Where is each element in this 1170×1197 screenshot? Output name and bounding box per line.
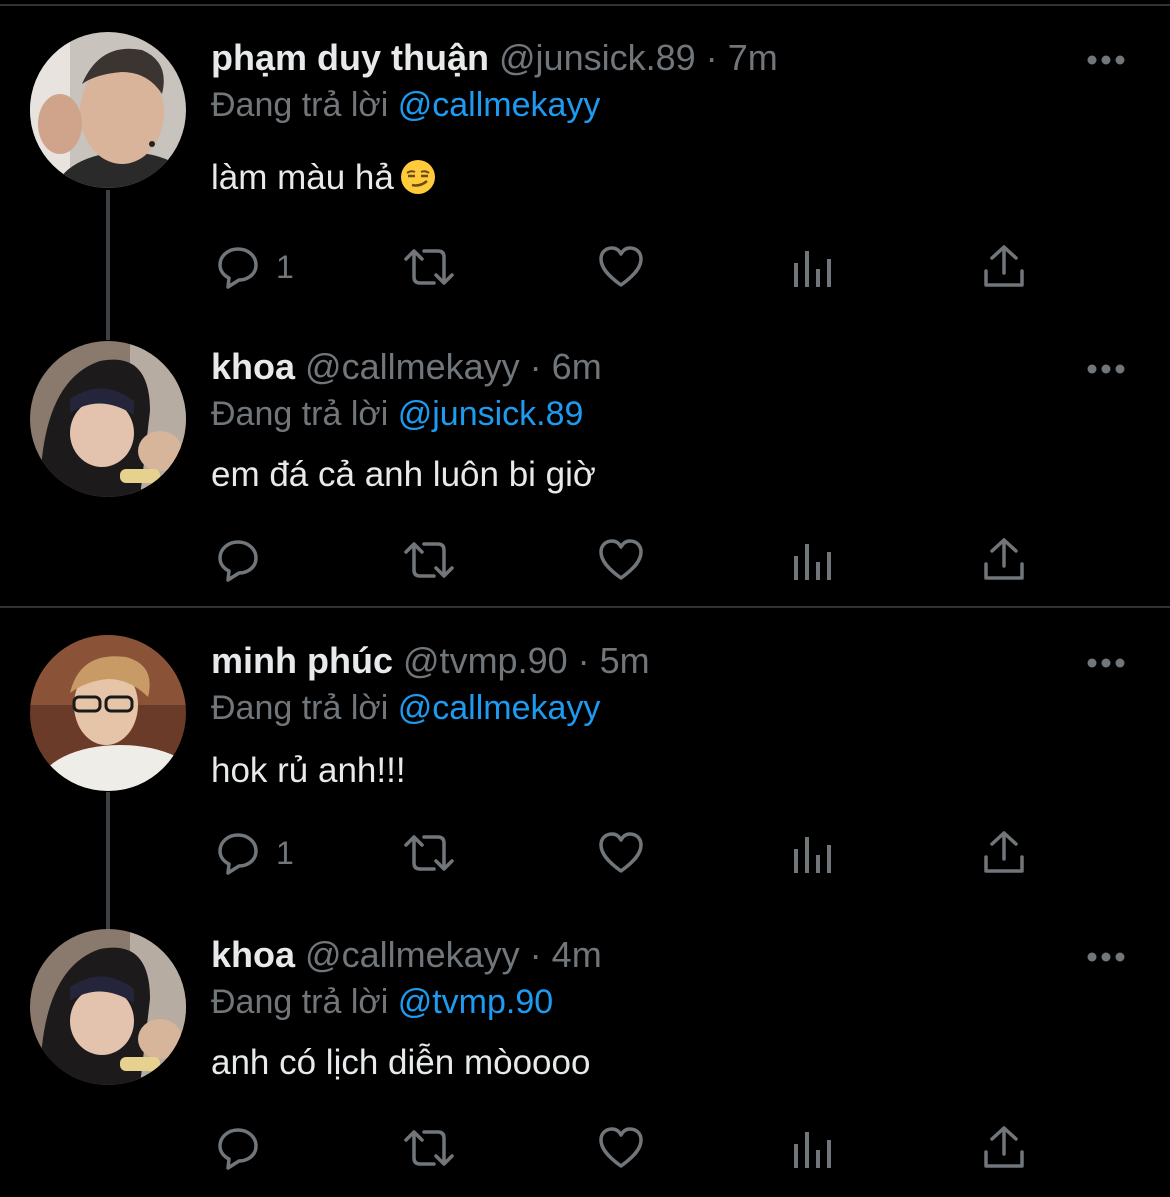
- retweet-button[interactable]: [402, 828, 456, 878]
- reply-button[interactable]: [214, 1123, 276, 1173]
- timestamp[interactable]: 5m: [600, 640, 650, 681]
- avatar[interactable]: [30, 32, 186, 188]
- analytics-icon: [794, 1132, 831, 1168]
- reply-mention-link[interactable]: @junsick.89: [398, 395, 584, 433]
- like-button[interactable]: [597, 535, 645, 585]
- retweet-button[interactable]: [402, 535, 456, 585]
- tweet-actions: [0, 1123, 1170, 1183]
- share-icon: [984, 245, 1024, 287]
- replying-label: Đang trả lời: [211, 395, 389, 433]
- heart-icon: [599, 246, 643, 287]
- more-options-icon[interactable]: [1086, 363, 1126, 375]
- separator: ·: [705, 37, 718, 78]
- share-button[interactable]: [982, 242, 1026, 292]
- views-button[interactable]: [792, 535, 834, 585]
- reply-mention-link[interactable]: @callmekayy: [398, 689, 601, 727]
- separator: ·: [577, 640, 590, 681]
- avatar[interactable]: [30, 341, 186, 497]
- timestamp[interactable]: 6m: [552, 346, 602, 387]
- retweet-button[interactable]: [402, 242, 456, 292]
- analytics-icon: [794, 544, 831, 580]
- tweet-actions: [0, 535, 1170, 595]
- share-button[interactable]: [982, 1123, 1026, 1173]
- analytics-icon: [794, 251, 831, 287]
- display-name[interactable]: minh phúc: [211, 640, 393, 681]
- reply-count: 1: [276, 248, 294, 285]
- analytics-icon: [794, 837, 831, 873]
- like-button[interactable]: [597, 828, 645, 878]
- like-button[interactable]: [597, 1123, 645, 1173]
- conversation-divider: [0, 606, 1170, 608]
- reply-icon: [218, 1128, 258, 1170]
- replying-label: Đang trả lời: [211, 86, 389, 124]
- tweet-actions: 1: [0, 828, 1170, 888]
- views-button[interactable]: [792, 1123, 834, 1173]
- user-handle[interactable]: @junsick.89: [499, 37, 696, 78]
- reply-mention-link[interactable]: @callmekayy: [398, 86, 601, 124]
- avatar[interactable]: [30, 929, 186, 1085]
- reply-count: 1: [276, 834, 294, 871]
- top-divider: [0, 4, 1170, 6]
- avatar[interactable]: [30, 635, 186, 791]
- reply-icon: [218, 247, 258, 289]
- share-icon: [984, 538, 1024, 580]
- retweet-icon: [404, 835, 454, 871]
- more-options-icon[interactable]: [1086, 54, 1126, 66]
- twitter-thread-view: phạm duy thuận @junsick.89 · 7m Đang trả…: [0, 0, 1170, 1197]
- smirking-face-icon: [400, 159, 436, 206]
- heart-icon: [599, 539, 643, 580]
- views-button[interactable]: [792, 242, 834, 292]
- retweet-icon: [404, 542, 454, 578]
- share-icon: [984, 831, 1024, 873]
- tweet-text: anh có lịch diễn mòoooo: [211, 1043, 591, 1082]
- separator: ·: [529, 934, 542, 975]
- timestamp[interactable]: 7m: [728, 37, 778, 78]
- more-options-icon[interactable]: [1086, 657, 1126, 669]
- replying-label: Đang trả lời: [211, 983, 389, 1021]
- retweet-button[interactable]: [402, 1123, 456, 1173]
- user-handle[interactable]: @callmekayy: [305, 934, 520, 975]
- reply-button[interactable]: 1: [214, 242, 294, 292]
- share-button[interactable]: [982, 828, 1026, 878]
- reply-button[interactable]: 1: [214, 828, 294, 878]
- heart-icon: [599, 1127, 643, 1168]
- tweet-text: em đá cả anh luôn bi giờ: [211, 455, 596, 494]
- retweet-icon: [404, 1130, 454, 1166]
- views-button[interactable]: [792, 828, 834, 878]
- tweet-actions: 1: [0, 242, 1170, 302]
- tweet-text: hok rủ anh!!!: [211, 751, 406, 790]
- more-options-icon[interactable]: [1086, 951, 1126, 963]
- retweet-icon: [404, 249, 454, 285]
- like-button[interactable]: [597, 242, 645, 292]
- tweet-text: làm màu hả: [211, 158, 394, 197]
- display-name[interactable]: phạm duy thuận: [211, 37, 489, 78]
- heart-icon: [599, 832, 643, 873]
- reply-mention-link[interactable]: @tvmp.90: [398, 983, 553, 1021]
- display-name[interactable]: khoa: [211, 346, 295, 387]
- display-name[interactable]: khoa: [211, 934, 295, 975]
- user-handle[interactable]: @callmekayy: [305, 346, 520, 387]
- reply-icon: [218, 833, 258, 875]
- timestamp[interactable]: 4m: [552, 934, 602, 975]
- share-button[interactable]: [982, 535, 1026, 585]
- share-icon: [984, 1126, 1024, 1168]
- separator: ·: [529, 346, 542, 387]
- user-handle[interactable]: @tvmp.90: [403, 640, 568, 681]
- reply-icon: [218, 540, 258, 582]
- replying-label: Đang trả lời: [211, 689, 389, 727]
- reply-button[interactable]: [214, 535, 276, 585]
